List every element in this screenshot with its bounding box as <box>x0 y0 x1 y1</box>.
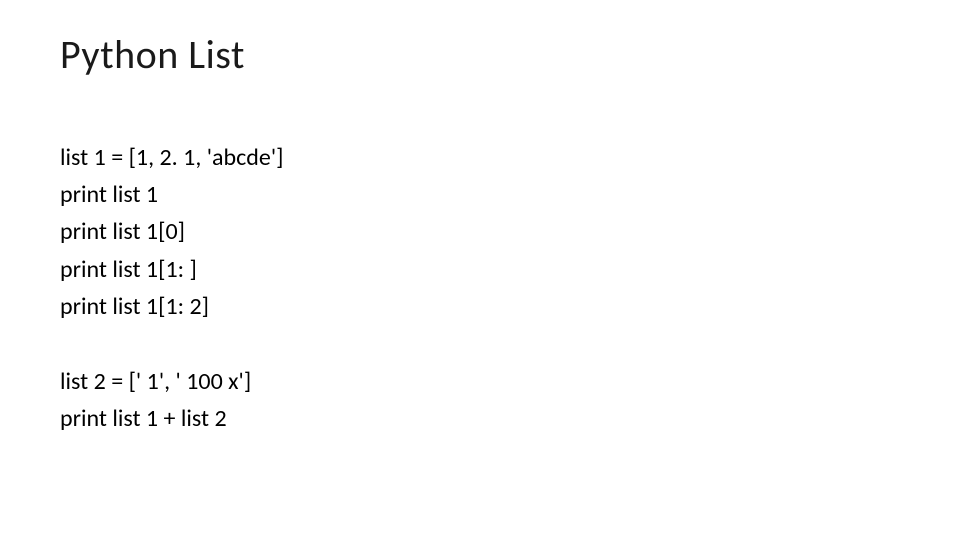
slide-title: Python List <box>60 30 900 79</box>
code-line: print list 1[0] <box>60 213 900 250</box>
code-line: print list 1[1: ] <box>60 251 900 288</box>
code-line: list 1 = [1, 2. 1, 'abcde'] <box>60 139 900 176</box>
code-line: print list 1 + list 2 <box>60 400 900 437</box>
code-line: print list 1[1: 2] <box>60 288 900 325</box>
code-block-1: list 1 = [1, 2. 1, 'abcde'] print list 1… <box>60 139 900 325</box>
spacer <box>60 325 900 363</box>
code-line: list 2 = [' 1', ' 100 x'] <box>60 363 900 400</box>
code-line: print list 1 <box>60 176 900 213</box>
code-block-2: list 2 = [' 1', ' 100 x'] print list 1 +… <box>60 363 900 437</box>
